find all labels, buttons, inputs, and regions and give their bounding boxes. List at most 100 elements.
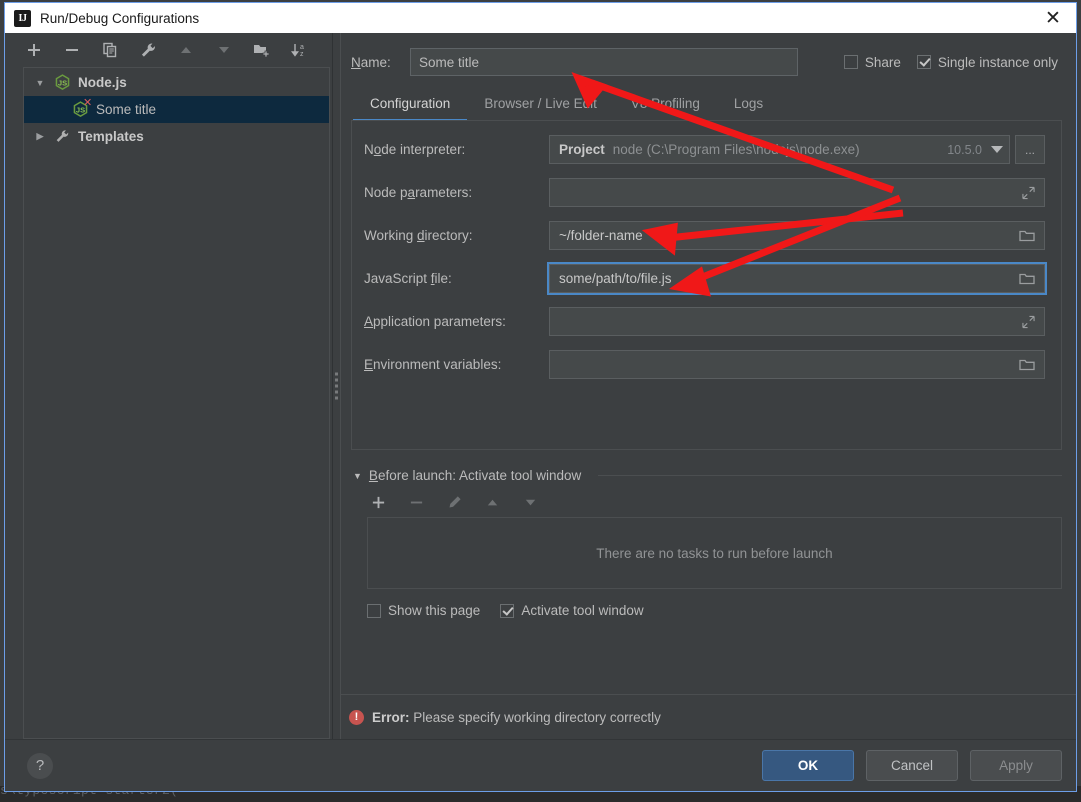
svg-text:z: z — [300, 51, 304, 58]
environment-variables-label: Environment variables: — [364, 357, 502, 372]
node-parameters-input[interactable] — [549, 178, 1045, 207]
add-configuration-button[interactable] — [23, 39, 45, 61]
header-divider — [598, 475, 1062, 476]
chevron-right-icon[interactable]: ▶ — [32, 129, 48, 145]
folder-icon[interactable] — [1019, 272, 1035, 286]
chevron-down-icon[interactable]: ▼ — [353, 471, 362, 481]
single-instance-only-checkbox[interactable]: Single instance only — [916, 54, 1058, 70]
svg-text:JS: JS — [58, 78, 67, 87]
node-interpreter-label: Node interpreter: — [364, 142, 466, 157]
move-down-button[interactable] — [213, 39, 235, 61]
application-parameters-input[interactable] — [549, 307, 1045, 336]
folder-icon[interactable] — [1019, 358, 1035, 372]
svg-text:a: a — [300, 44, 304, 51]
configuration-tab-panel: Node interpreter: Project node (C:\Progr… — [351, 120, 1062, 450]
chevron-down-icon[interactable] — [991, 146, 1003, 153]
error-badge-icon: ✕ — [83, 96, 93, 109]
edit-templates-wrench-icon[interactable] — [137, 39, 159, 61]
before-launch-tasks-list[interactable]: There are no tasks to run before launch — [367, 517, 1062, 589]
checkbox-box — [843, 55, 858, 69]
node-interpreter-value: node (C:\Program Files\nodejs\node.exe) — [612, 142, 860, 157]
checkbox-box — [367, 603, 381, 618]
before-launch-title: Before launch: Activate tool window — [368, 468, 582, 483]
node-interpreter-browse-button[interactable]: ... — [1015, 135, 1045, 164]
tab-v8-profiling[interactable]: V8 Profiling — [614, 96, 717, 121]
working-directory-control: ~/folder-name — [549, 221, 1045, 250]
tab-browser-live-edit[interactable]: Browser / Live Edit — [467, 96, 614, 121]
share-label: Share — [864, 54, 901, 70]
environment-variables-control — [549, 350, 1045, 379]
node-interpreter-combobox[interactable]: Project node (C:\Program Files\nodejs\no… — [549, 135, 1010, 164]
javascript-file-row: JavaScript file: some/path/to/file.js — [364, 262, 1047, 295]
expand-icon[interactable] — [1022, 315, 1035, 328]
error-message: Error: Please specify working directory … — [372, 710, 661, 725]
working-directory-row: Working directory: ~/folder-name — [364, 221, 1045, 250]
javascript-file-label: JavaScript file: — [364, 271, 452, 286]
pane-splitter[interactable] — [332, 33, 341, 739]
name-input[interactable] — [410, 48, 798, 76]
single-instance-label: Single instance only — [937, 54, 1058, 70]
title-bar: IJ Run/Debug Configurations ✕ — [5, 3, 1076, 33]
dialog-footer: ? OK Cancel Apply — [5, 739, 1076, 791]
activate-tool-window-label: Activate tool window — [521, 603, 644, 618]
sort-az-icon[interactable]: a z — [289, 39, 311, 61]
move-up-button[interactable] — [175, 39, 197, 61]
tab-bar: Configuration Browser / Live Edit V8 Pro… — [351, 87, 1062, 121]
cancel-button[interactable]: Cancel — [866, 750, 958, 781]
node-interpreter-row: Node interpreter: Project node (C:\Progr… — [364, 135, 1045, 164]
error-icon: ! — [349, 709, 364, 725]
move-task-up-button[interactable] — [481, 491, 503, 513]
node-interpreter-control: Project node (C:\Program Files\nodejs\no… — [549, 135, 1045, 164]
show-this-page-checkbox[interactable]: Show this page — [367, 603, 480, 618]
tree-item-some-title[interactable]: JS ✕ Some title — [24, 96, 329, 123]
edit-task-pencil-icon[interactable] — [443, 491, 465, 513]
help-button[interactable]: ? — [27, 752, 53, 779]
expand-icon[interactable] — [1022, 186, 1035, 199]
tab-logs[interactable]: Logs — [717, 96, 780, 121]
run-debug-configurations-dialog: IJ Run/Debug Configurations ✕ a z ▼ JS N… — [4, 2, 1077, 792]
tree-item-label: Some title — [96, 102, 157, 117]
close-icon[interactable]: ✕ — [1030, 3, 1076, 33]
chevron-down-icon[interactable]: ▼ — [32, 75, 48, 91]
application-parameters-row: Application parameters: — [364, 307, 1045, 336]
before-launch-section: ▼ Before launch: Activate tool window Th… — [351, 468, 1062, 618]
configuration-editor-pane: Name: Share Single instance only — [341, 33, 1076, 739]
folder-icon[interactable] — [1019, 229, 1035, 243]
remove-configuration-button[interactable] — [61, 39, 83, 61]
share-checkbox[interactable]: Share — [843, 54, 901, 70]
before-launch-header[interactable]: ▼ Before launch: Activate tool window — [353, 468, 1062, 483]
tree-item-label: Templates — [78, 129, 144, 144]
intellij-idea-icon: IJ — [14, 9, 31, 27]
node-parameters-row: Node parameters: — [364, 178, 1045, 207]
copy-configuration-button[interactable] — [99, 39, 121, 61]
name-row: Name: Share Single instance only — [351, 45, 1062, 79]
apply-button[interactable]: Apply — [970, 750, 1062, 781]
remove-task-button[interactable] — [405, 491, 427, 513]
tree-item-templates[interactable]: ▶ Templates — [24, 123, 329, 150]
ok-button[interactable]: OK — [762, 750, 854, 781]
javascript-file-control: some/path/to/file.js — [547, 262, 1047, 295]
node-interpreter-prefix: Project — [559, 142, 605, 157]
screen-root: s\typescript-starter2( IJ Run/Debug Conf… — [0, 0, 1081, 802]
show-this-page-label: Show this page — [388, 603, 481, 618]
configurations-tree[interactable]: ▼ JS Node.js JS ✕ Some title ▶ Templates — [23, 67, 330, 739]
move-task-down-button[interactable] — [519, 491, 541, 513]
before-launch-checkboxes: Show this page Activate tool window — [353, 603, 1062, 618]
node-version-label: 10.5.0 — [947, 142, 982, 157]
activate-tool-window-checkbox[interactable]: Activate tool window — [500, 603, 644, 618]
nodejs-icon: JS — [54, 74, 71, 91]
splitter-grip-icon — [335, 372, 338, 400]
tree-item-label: Node.js — [78, 75, 127, 90]
footer-buttons: OK Cancel Apply — [762, 750, 1062, 781]
before-launch-empty-text: There are no tasks to run before launch — [596, 545, 833, 561]
tab-configuration[interactable]: Configuration — [353, 96, 468, 121]
add-task-button[interactable] — [367, 491, 389, 513]
folder-add-icon[interactable] — [251, 39, 273, 61]
javascript-file-input[interactable]: some/path/to/file.js — [547, 262, 1047, 295]
tree-item-nodejs[interactable]: ▼ JS Node.js — [24, 69, 329, 96]
environment-variables-input[interactable] — [549, 350, 1045, 379]
working-directory-input[interactable]: ~/folder-name — [549, 221, 1045, 250]
nodejs-icon: JS ✕ — [72, 96, 93, 118]
node-parameters-label: Node parameters: — [364, 185, 473, 200]
error-detail: Please specify working directory correct… — [413, 709, 661, 725]
